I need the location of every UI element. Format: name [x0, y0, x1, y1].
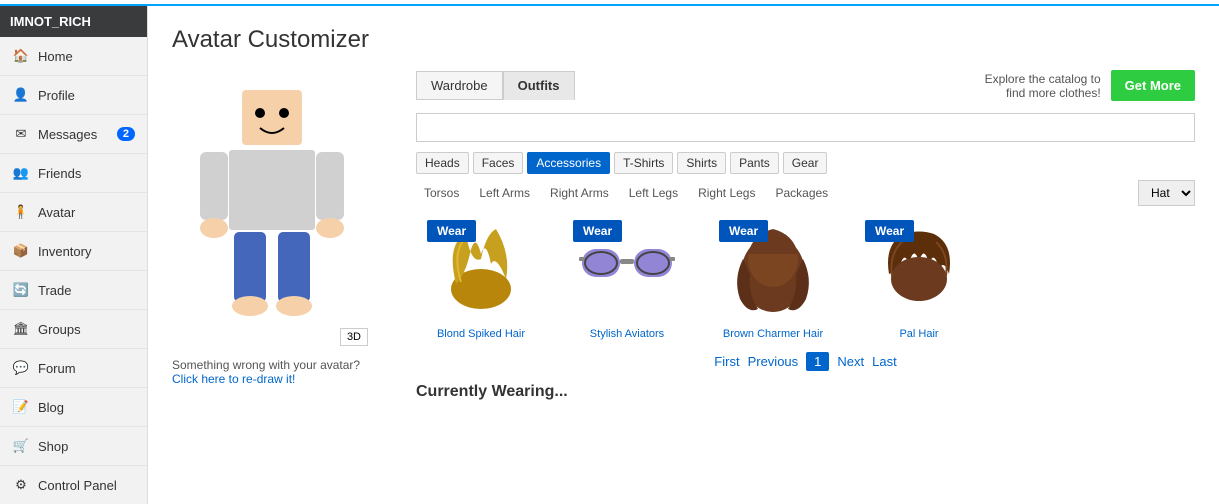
cat-faces[interactable]: Faces [473, 152, 524, 174]
catalog-text: Explore the catalog tofind more clothes! [985, 72, 1101, 100]
sub-left-legs[interactable]: Left Legs [621, 183, 686, 203]
gear-icon: ⚙ [12, 476, 30, 494]
sidebar-item-friends[interactable]: 👥 Friends [0, 154, 147, 193]
tab-wardrobe[interactable]: Wardrobe [416, 71, 503, 100]
sidebar-label-control-panel: Control Panel [38, 478, 117, 493]
content-row: 3D Something wrong with your avatar? Cli… [172, 70, 1195, 401]
group-icon: 🏛 [12, 320, 30, 338]
item-name-blond-spiked[interactable]: Blond Spiked Hair [437, 328, 525, 340]
wear-btn-stylish-aviators[interactable]: Wear [573, 220, 622, 242]
tab-outfits[interactable]: Outfits [503, 71, 575, 100]
item-name-stylish-aviators[interactable]: Stylish Aviators [590, 328, 664, 340]
item-stylish-aviators: Wear Stylish Aviators [562, 214, 692, 340]
category-nav: Heads Faces Accessories T-Shirts Shirts … [416, 152, 1195, 174]
sidebar-label-inventory: Inventory [38, 244, 91, 259]
page-title: Avatar Customizer [172, 26, 1195, 54]
main-content: Avatar Customizer [148, 6, 1219, 504]
main-layout: IMNOT_RICH 🏠 Home 👤 Profile ✉ Messages 2… [0, 6, 1219, 504]
sub-torsos[interactable]: Torsos [416, 183, 467, 203]
sidebar-label-blog: Blog [38, 400, 64, 415]
sidebar-item-avatar[interactable]: 🧍 Avatar [0, 193, 147, 232]
sidebar-label-shop: Shop [38, 439, 68, 454]
pagination-previous[interactable]: Previous [748, 354, 799, 369]
item-img-brown-charmer: Wear [713, 214, 833, 324]
pagination-next[interactable]: Next [837, 354, 864, 369]
item-img-stylish-aviators: Wear [567, 214, 687, 324]
get-more-button[interactable]: Get More [1111, 70, 1195, 101]
catalog-info: Explore the catalog tofind more clothes! [985, 72, 1101, 100]
cat-pants[interactable]: Pants [730, 152, 779, 174]
sub-right-arms[interactable]: Right Arms [542, 183, 617, 203]
envelope-icon: ✉ [12, 125, 30, 143]
sidebar-label-groups: Groups [38, 322, 81, 337]
sidebar-item-trade[interactable]: 🔄 Trade [0, 271, 147, 310]
blog-icon: 📝 [12, 398, 30, 416]
avatar-svg [182, 80, 362, 340]
avatar-panel: 3D Something wrong with your avatar? Cli… [172, 70, 392, 401]
wardrobe-tabs: Wardrobe Outfits Explore the catalog tof… [416, 70, 1195, 101]
arrows-icon: 🔄 [12, 281, 30, 299]
sidebar-item-profile[interactable]: 👤 Profile [0, 76, 147, 115]
pagination-last[interactable]: Last [872, 354, 897, 369]
home-icon: 🏠 [12, 47, 30, 65]
item-name-brown-charmer[interactable]: Brown Charmer Hair [723, 328, 823, 340]
currently-wearing: Currently Wearing... [416, 383, 1195, 401]
item-name-pal-hair[interactable]: Pal Hair [899, 328, 938, 340]
sidebar: IMNOT_RICH 🏠 Home 👤 Profile ✉ Messages 2… [0, 6, 148, 504]
wear-btn-blond-spiked[interactable]: Wear [427, 220, 476, 242]
cat-tshirts[interactable]: T-Shirts [614, 152, 673, 174]
item-brown-charmer: Wear Brown Charmer Hair [708, 214, 838, 340]
item-preview-stylish-aviators [577, 239, 677, 299]
sidebar-item-forum[interactable]: 💬 Forum [0, 349, 147, 388]
sub-right-legs[interactable]: Right Legs [690, 183, 763, 203]
redraw-link[interactable]: Click here to re-draw it! [172, 372, 295, 386]
sidebar-nav: 🏠 Home 👤 Profile ✉ Messages 2 👥 Friends … [0, 37, 147, 504]
sidebar-label-forum: Forum [38, 361, 76, 376]
pagination-first[interactable]: First [714, 354, 739, 369]
item-blond-spiked: Wear Blond Spiked Hair [416, 214, 546, 340]
box-icon: 📦 [12, 242, 30, 260]
sidebar-label-home: Home [38, 49, 73, 64]
sidebar-label-messages: Messages [38, 127, 97, 142]
sidebar-label-avatar: Avatar [38, 205, 75, 220]
sidebar-item-blog[interactable]: 📝 Blog [0, 388, 147, 427]
pagination: First Previous 1 Next Last [416, 352, 1195, 371]
sidebar-item-messages[interactable]: ✉ Messages 2 [0, 115, 147, 154]
sidebar-item-control-panel[interactable]: ⚙ Control Panel [0, 466, 147, 504]
wardrobe-panel: Wardrobe Outfits Explore the catalog tof… [416, 70, 1195, 401]
cat-shirts[interactable]: Shirts [677, 152, 726, 174]
sidebar-item-groups[interactable]: 🏛 Groups [0, 310, 147, 349]
wear-btn-brown-charmer[interactable]: Wear [719, 220, 768, 242]
cat-heads[interactable]: Heads [416, 152, 469, 174]
item-pal-hair: Wear Pal Hair [854, 214, 984, 340]
sidebar-label-profile: Profile [38, 88, 75, 103]
speech-icon: 💬 [12, 359, 30, 377]
sidebar-username: IMNOT_RICH [0, 6, 147, 37]
messages-badge: 2 [117, 127, 135, 141]
wear-btn-pal-hair[interactable]: Wear [865, 220, 914, 242]
sidebar-item-inventory[interactable]: 📦 Inventory [0, 232, 147, 271]
sub-nav: Torsos Left Arms Right Arms Left Legs Ri… [416, 180, 1195, 206]
sidebar-label-friends: Friends [38, 166, 81, 181]
avatar-display: 3D [172, 70, 372, 350]
pagination-current: 1 [806, 352, 829, 371]
item-img-blond-spiked: Wear [421, 214, 541, 324]
sidebar-item-home[interactable]: 🏠 Home [0, 37, 147, 76]
3d-button[interactable]: 3D [340, 328, 368, 346]
search-input[interactable] [416, 113, 1195, 142]
sub-packages[interactable]: Packages [767, 183, 836, 203]
cat-accessories[interactable]: Accessories [527, 152, 610, 174]
person-icon: 👤 [12, 86, 30, 104]
cart-icon: 🛒 [12, 437, 30, 455]
hat-dropdown[interactable]: Hat [1138, 180, 1195, 206]
sidebar-label-trade: Trade [38, 283, 71, 298]
people-icon: 👥 [12, 164, 30, 182]
avatar-note: Something wrong with your avatar? Click … [172, 358, 392, 386]
item-img-pal-hair: Wear [859, 214, 979, 324]
avatar-icon: 🧍 [12, 203, 30, 221]
cat-gear[interactable]: Gear [783, 152, 828, 174]
sub-left-arms[interactable]: Left Arms [471, 183, 538, 203]
items-grid: Wear Blond Spiked Hair Wear [416, 214, 1195, 340]
sidebar-item-shop[interactable]: 🛒 Shop [0, 427, 147, 466]
